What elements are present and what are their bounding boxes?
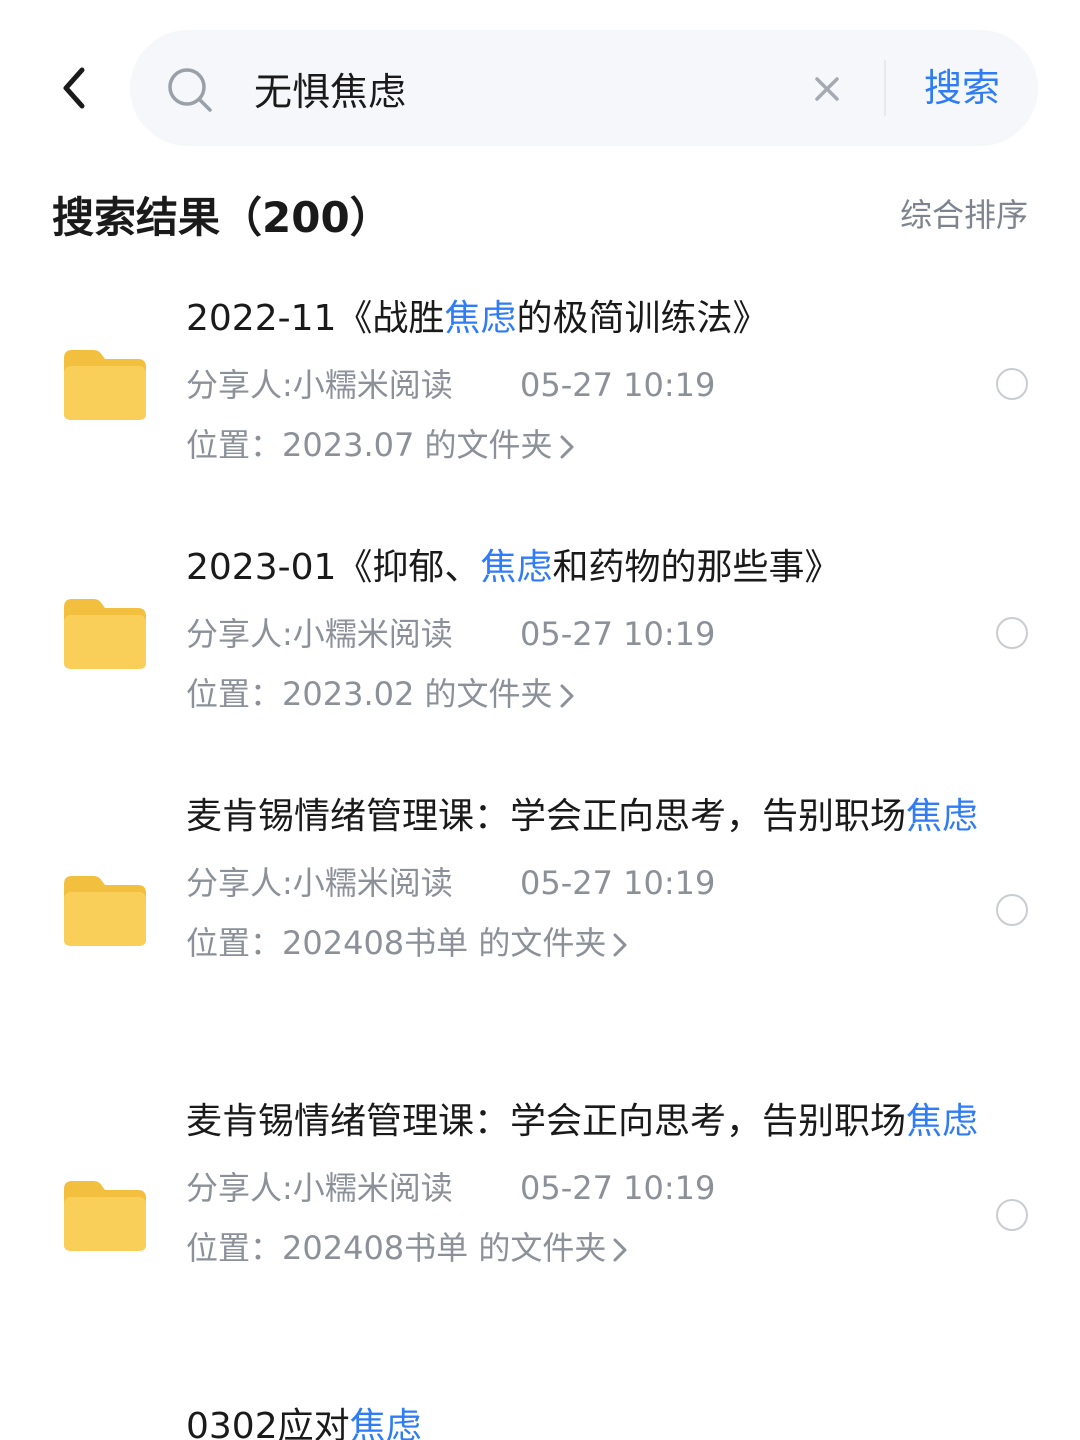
result-item[interactable]: 2023-01《抑郁、焦虑和药物的那些事》 分享人:小糯米阅读 05-27 10:… <box>0 541 1080 741</box>
results-title: 搜索结果（200） <box>52 193 392 242</box>
folder-icon <box>64 350 146 420</box>
result-location-link[interactable]: 位置：202408书单 的文件夹 <box>186 920 986 966</box>
result-title: 0302应对焦虑 <box>186 1406 422 1440</box>
search-button[interactable]: 搜索 <box>906 58 1018 118</box>
result-item-body: 麦肯锡情绪管理课：学会正向思考，告别职场焦虑 分享人:小糯米阅读 05-27 10… <box>186 1095 986 1271</box>
chevron-right-icon <box>560 435 574 459</box>
result-item[interactable]: 麦肯锡情绪管理课：学会正向思考，告别职场焦虑 分享人:小糯米阅读 05-27 10… <box>0 1095 1080 1351</box>
result-meta: 分享人:小糯米阅读 05-27 10:19 <box>186 860 986 906</box>
result-title: 麦肯锡情绪管理课：学会正向思考，告别职场焦虑 <box>186 1101 979 1142</box>
search-bar: 搜索 <box>130 30 1038 146</box>
result-meta: 分享人:小糯米阅读 05-27 10:19 <box>186 1165 986 1211</box>
result-meta: 分享人:小糯米阅读 05-27 10:19 <box>186 362 986 408</box>
result-time: 05-27 10:19 <box>520 864 716 902</box>
result-item-body: 2023-01《抑郁、焦虑和药物的那些事》 分享人:小糯米阅读 05-27 10:… <box>186 541 986 717</box>
result-location-link[interactable]: 位置：2023.02 的文件夹 <box>186 671 986 717</box>
chevron-right-icon <box>613 1238 627 1262</box>
result-item[interactable]: 2022-11《战胜焦虑的极简训练法》 分享人:小糯米阅读 05-27 10:19… <box>0 292 1080 492</box>
back-button[interactable] <box>52 62 96 114</box>
result-title: 2023-01《抑郁、焦虑和药物的那些事》 <box>186 547 841 588</box>
chevron-left-icon <box>63 67 85 109</box>
result-title: 2022-11《战胜焦虑的极简训练法》 <box>186 298 769 339</box>
result-meta: 分享人:小糯米阅读 05-27 10:19 <box>186 611 986 657</box>
select-radio[interactable] <box>996 1199 1028 1231</box>
search-icon <box>168 68 212 112</box>
sort-button[interactable]: 综合排序 <box>900 190 1028 236</box>
folder-icon <box>64 599 146 669</box>
result-title: 麦肯锡情绪管理课：学会正向思考，告别职场焦虑 <box>186 796 979 837</box>
result-location-link[interactable]: 位置：2023.07 的文件夹 <box>186 422 986 468</box>
result-sharer: 分享人:小糯米阅读 <box>186 366 453 404</box>
search-divider <box>884 60 886 116</box>
folder-icon <box>64 876 146 946</box>
search-results-page: 搜索 搜索结果（200） 综合排序 2022-11《战胜焦虑的极简训练法》 分享… <box>0 0 1080 1440</box>
select-radio[interactable] <box>996 894 1028 926</box>
chevron-right-icon <box>613 933 627 957</box>
result-item[interactable]: 麦肯锡情绪管理课：学会正向思考，告别职场焦虑 分享人:小糯米阅读 05-27 10… <box>0 790 1080 1046</box>
result-sharer: 分享人:小糯米阅读 <box>186 1169 453 1207</box>
clear-icon[interactable] <box>810 72 844 106</box>
result-item[interactable]: 0302应对焦虑 <box>0 1400 1080 1440</box>
result-location-link[interactable]: 位置：202408书单 的文件夹 <box>186 1225 986 1271</box>
result-sharer: 分享人:小糯米阅读 <box>186 615 453 653</box>
folder-icon <box>64 1181 146 1251</box>
select-radio[interactable] <box>996 368 1028 400</box>
result-time: 05-27 10:19 <box>520 615 716 653</box>
result-item-body: 麦肯锡情绪管理课：学会正向思考，告别职场焦虑 分享人:小糯米阅读 05-27 10… <box>186 790 986 966</box>
chevron-right-icon <box>560 684 574 708</box>
select-radio[interactable] <box>996 617 1028 649</box>
result-sharer: 分享人:小糯米阅读 <box>186 864 453 902</box>
result-item-body: 0302应对焦虑 <box>186 1400 986 1440</box>
result-time: 05-27 10:19 <box>520 1169 716 1207</box>
result-item-body: 2022-11《战胜焦虑的极简训练法》 分享人:小糯米阅读 05-27 10:19… <box>186 292 986 468</box>
result-time: 05-27 10:19 <box>520 366 716 404</box>
search-input[interactable] <box>254 58 794 118</box>
